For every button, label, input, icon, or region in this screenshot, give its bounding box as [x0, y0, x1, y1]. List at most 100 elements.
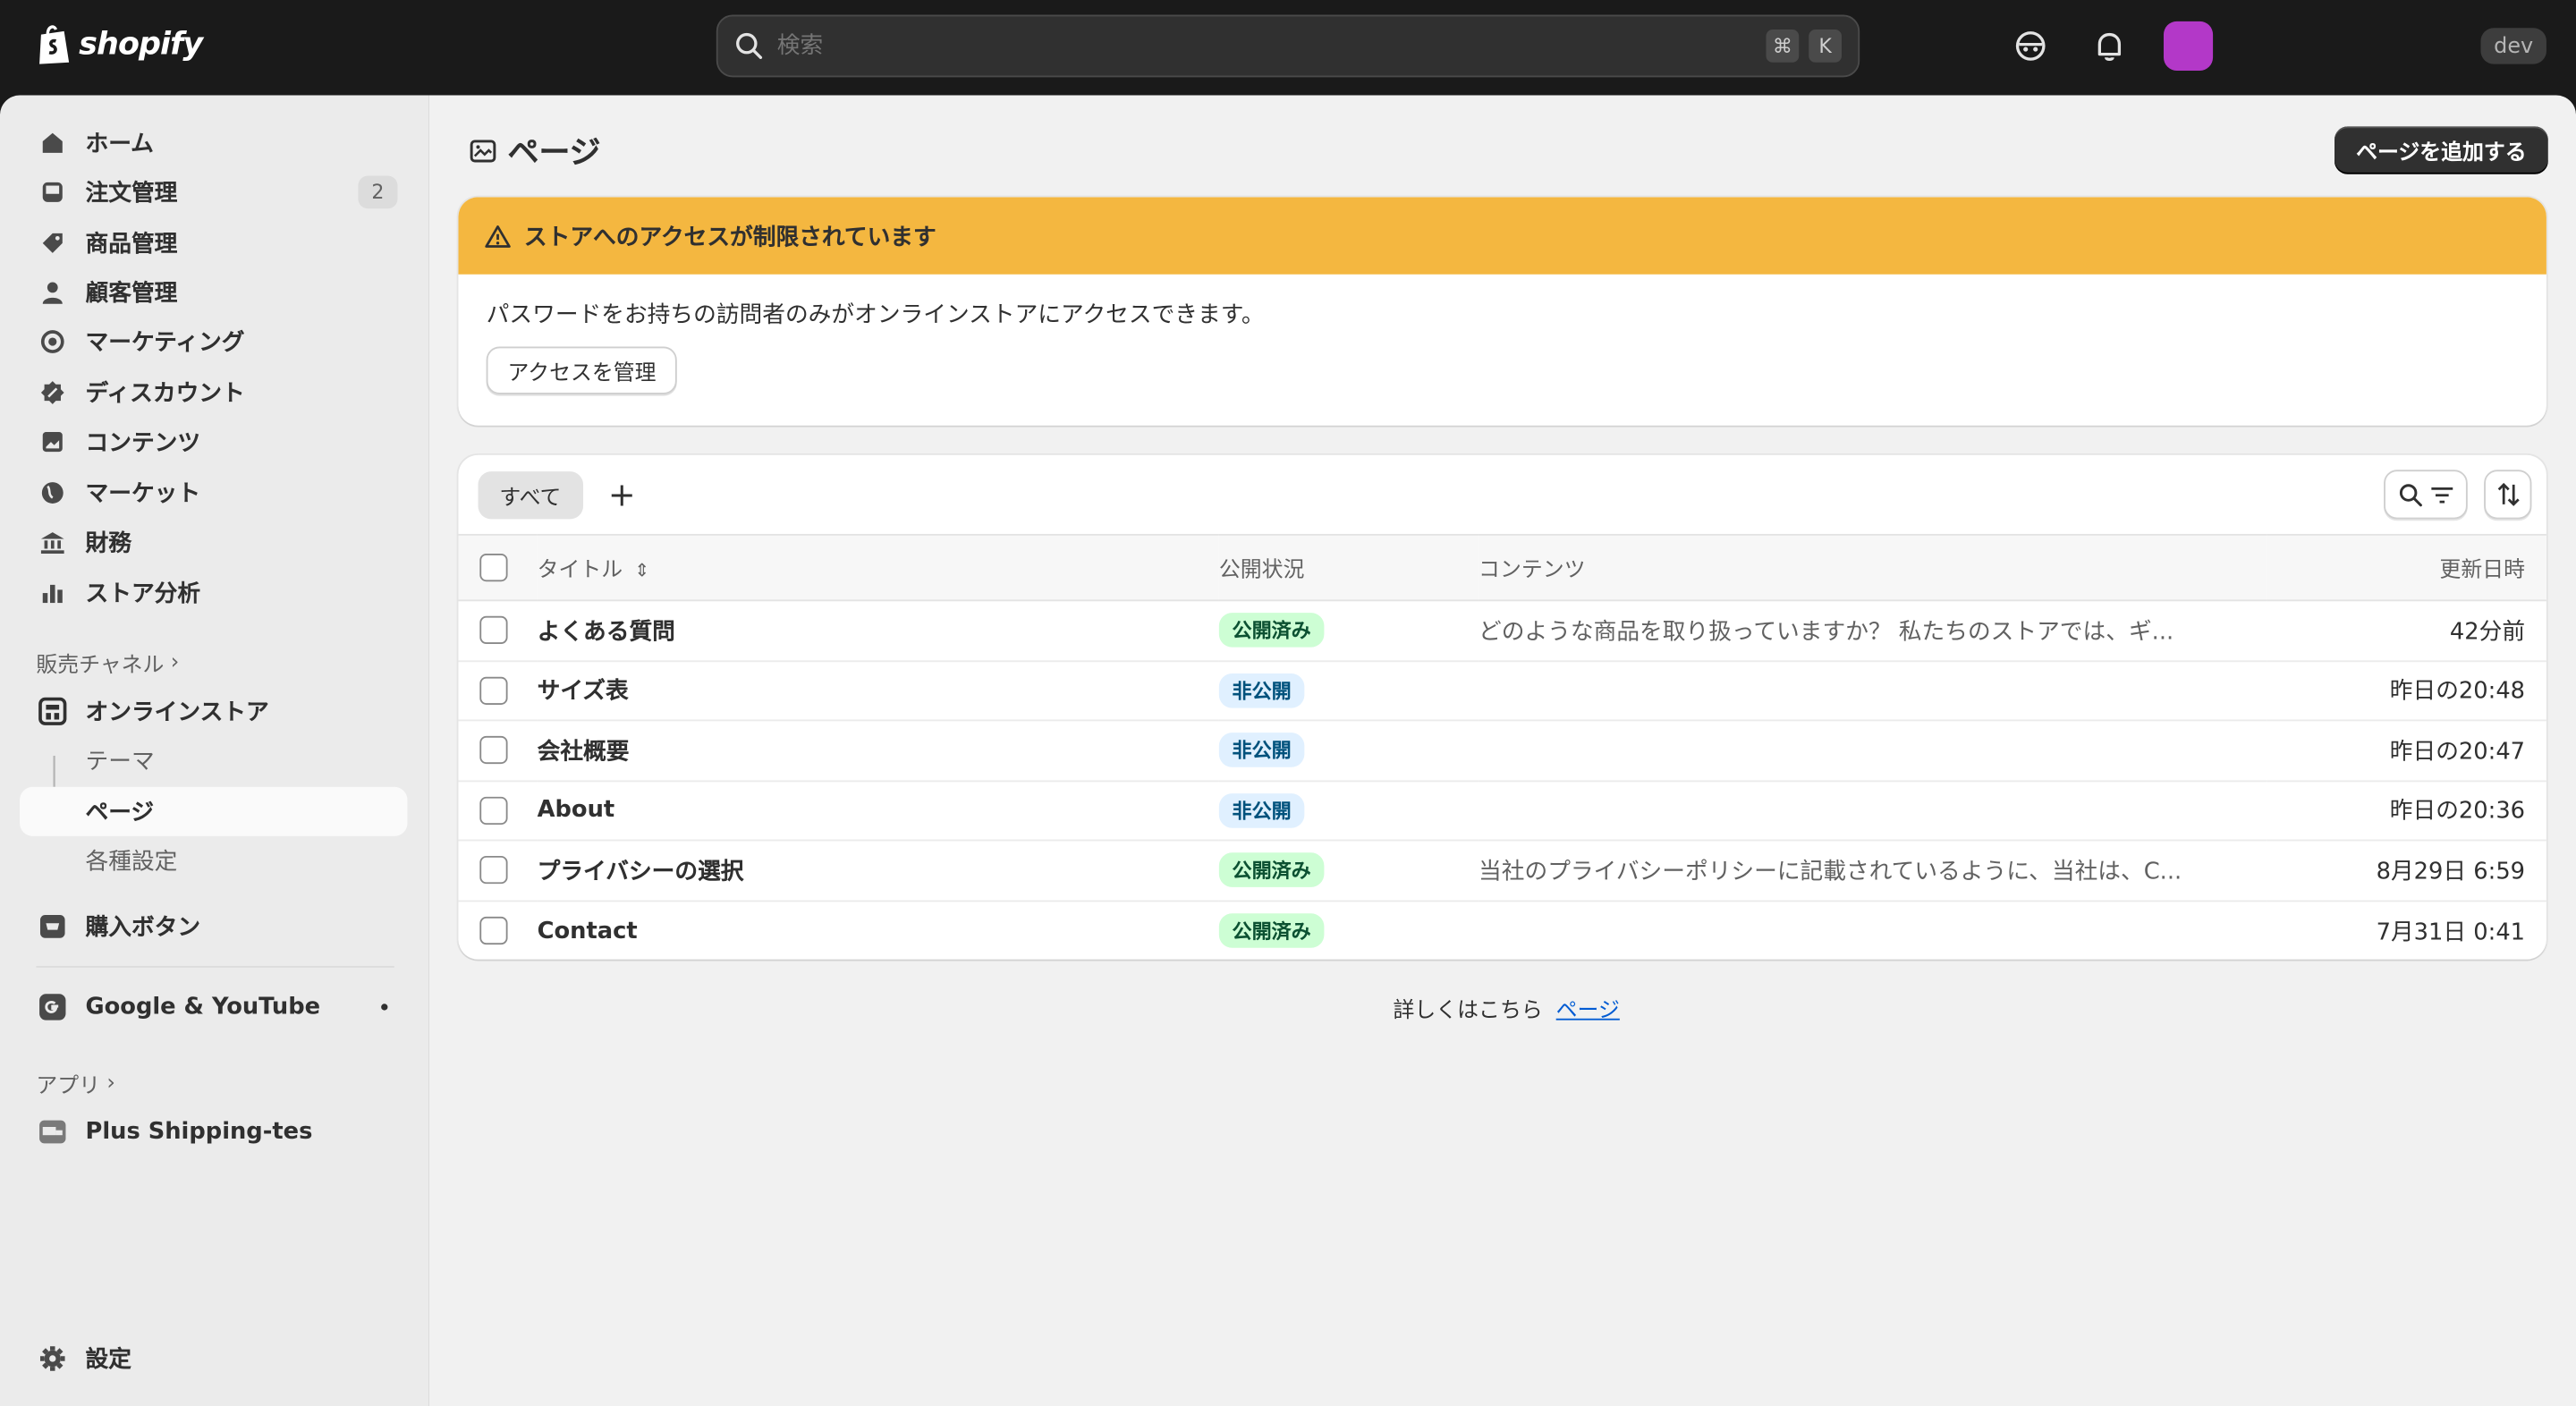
bank-icon: [36, 526, 69, 559]
row-checkbox[interactable]: [479, 856, 508, 885]
banner-message: パスワードをお持ちの訪問者のみがオンラインストアにアクセスできます。: [486, 301, 1265, 329]
sidebar-item-markets[interactable]: マーケット: [20, 468, 407, 517]
buy-button-icon: [36, 911, 69, 944]
app-icon: [36, 1115, 69, 1148]
sidebar-item-marketing[interactable]: マーケティング: [20, 317, 407, 366]
row-checkbox[interactable]: [479, 916, 508, 945]
sidebar-item-customers[interactable]: 顧客管理: [20, 267, 407, 317]
add-view-button[interactable]: +: [602, 475, 641, 514]
learn-more-text: 詳しくはこちら: [1393, 998, 1543, 1024]
tab-all[interactable]: すべて: [478, 470, 583, 519]
tag-icon: [36, 226, 69, 259]
row-checkbox[interactable]: [479, 796, 508, 825]
table-row[interactable]: Contact 公開済み 7月31日 0:41: [458, 901, 2546, 960]
table-row[interactable]: プライバシーの選択 公開済み 当社のプライバシーポリシーに記載されているように、当社…: [458, 840, 2546, 901]
google-icon: [36, 991, 69, 1024]
updated-at: 昨日の20:47: [2389, 739, 2526, 766]
sort-button[interactable]: [2484, 470, 2532, 520]
search-filter-button[interactable]: [2384, 470, 2468, 520]
target-icon: [36, 326, 69, 359]
sidekick-icon[interactable]: [2012, 28, 2048, 64]
sidebar-item-home[interactable]: ホーム: [20, 118, 407, 167]
page-title-cell[interactable]: サイズ表: [538, 660, 1219, 720]
row-checkbox[interactable]: [479, 616, 508, 645]
page-title-cell[interactable]: 会社概要: [538, 720, 1219, 780]
updated-at: 8月29日 6:59: [2376, 859, 2526, 885]
table-row[interactable]: よくある質問 公開済み どのような商品を取り扱っていますか？ 私たちのストアでは、ギ…: [458, 600, 2546, 661]
sidebar-item-buy-button[interactable]: 購入ボタン: [20, 902, 407, 951]
sidebar-item-products[interactable]: 商品管理: [20, 218, 407, 267]
shopify-logo[interactable]: shopify: [36, 23, 203, 66]
sidebar-item-label: 顧客管理: [85, 281, 178, 308]
content-preview: どのような商品を取り扱っていますか？ 私たちのストアでは、ギ...: [1479, 618, 2174, 646]
bell-icon[interactable]: [2091, 28, 2127, 64]
pages-table-card: すべて + タイトル ⇕ 公開状況 コンテンツ 更新日時 よくある質問 公開済み…: [458, 454, 2546, 960]
page-title-cell[interactable]: About: [538, 780, 1219, 840]
add-page-button[interactable]: ページを追加する: [2334, 126, 2548, 174]
sidebar-item-label: ページ: [85, 800, 155, 826]
sort-toggle-icon: ⇕: [634, 560, 650, 582]
store-name-badge[interactable]: dev: [2480, 28, 2546, 64]
sidebar-item-app-plus-shipping[interactable]: Plus Shipping-tes: [20, 1107, 407, 1156]
search-icon: [2398, 483, 2421, 506]
column-title-header[interactable]: タイトル ⇕: [538, 535, 1219, 600]
updated-at: 昨日の20:48: [2389, 679, 2526, 706]
sidebar-item-label: マーケット: [85, 481, 201, 508]
updated-at: 42分前: [2449, 618, 2526, 646]
table-row[interactable]: 会社概要 非公開 昨日の20:47: [458, 720, 2546, 781]
row-checkbox[interactable]: [479, 676, 508, 705]
store-avatar[interactable]: [2163, 21, 2214, 71]
top-bar: shopify ⌘ K dev: [0, 0, 2576, 96]
sidebar-item-label: 財務: [85, 530, 131, 557]
sidebar-item-content[interactable]: コンテンツ: [20, 418, 407, 467]
sidebar: ホーム 注文管理 2 商品管理 顧客管理 マーケティング ディスカウント コンテ…: [0, 95, 429, 1406]
sidebar-item-label: ディスカウント: [85, 381, 245, 408]
sidebar-item-label: 設定: [85, 1347, 131, 1374]
status-dot: [381, 1004, 388, 1011]
sort-arrows-icon: [2496, 482, 2519, 506]
banner-header: ストアへのアクセスが制限されています: [458, 197, 2546, 275]
sidebar-item-label: 注文管理: [85, 181, 178, 208]
page-title-cell[interactable]: プライバシーの選択: [538, 840, 1219, 900]
manage-access-button[interactable]: アクセスを管理: [486, 346, 678, 394]
warning-icon: [485, 224, 511, 247]
sidebar-item-label: ホーム: [85, 131, 154, 158]
page-title-cell[interactable]: Contact: [538, 901, 1219, 960]
store-icon: [36, 695, 69, 728]
table-row[interactable]: About 非公開 昨日の20:36: [458, 780, 2546, 841]
sidebar-item-label: Plus Shipping-tes: [85, 1118, 313, 1146]
row-checkbox[interactable]: [479, 736, 508, 765]
sidebar-item-finance[interactable]: 財務: [20, 518, 407, 567]
table-row[interactable]: サイズ表 非公開 昨日の20:48: [458, 660, 2546, 721]
page-header: ページ: [468, 128, 601, 173]
status-badge: 非公開: [1218, 792, 1305, 828]
select-all-checkbox[interactable]: [479, 553, 508, 582]
sidebar-item-google-youtube[interactable]: Google & YouTube: [20, 982, 407, 1031]
status-badge: 非公開: [1218, 673, 1305, 708]
page-title-cell[interactable]: よくある質問: [538, 600, 1219, 660]
content-preview: 当社のプライバシーポリシーに記載されているように、当社は、C...: [1479, 859, 2182, 885]
sidebar-item-themes[interactable]: テーマ: [20, 736, 407, 785]
discount-icon: [36, 377, 69, 410]
search-icon: [736, 32, 763, 59]
inbox-icon: [36, 176, 69, 209]
chevron-right-icon: ›: [170, 650, 180, 675]
search-input[interactable]: [776, 32, 1757, 60]
global-search[interactable]: ⌘ K: [716, 14, 1860, 78]
apps-header[interactable]: アプリ ›: [36, 1068, 115, 1099]
sidebar-divider: [36, 966, 394, 968]
learn-more-link[interactable]: ページ: [1556, 999, 1620, 1024]
sidebar-item-pages[interactable]: ページ: [20, 786, 408, 836]
page-icon: [470, 139, 496, 162]
sidebar-item-preferences[interactable]: 各種設定: [20, 836, 407, 885]
sidebar-item-label: 商品管理: [85, 231, 178, 258]
sidebar-item-analytics[interactable]: ストア分析: [20, 569, 407, 618]
sidebar-item-orders[interactable]: 注文管理 2: [20, 167, 407, 216]
sidebar-item-online-store[interactable]: オンラインストア: [20, 687, 407, 736]
status-badge: 公開済み: [1218, 613, 1325, 648]
sales-channels-label: 販売チャネル: [36, 654, 165, 679]
sidebar-item-discounts[interactable]: ディスカウント: [20, 368, 407, 417]
sales-channels-header[interactable]: 販売チャネル ›: [36, 648, 180, 679]
sidebar-item-settings[interactable]: 設定: [20, 1334, 407, 1383]
shortcut-k-key: K: [1809, 30, 1842, 63]
